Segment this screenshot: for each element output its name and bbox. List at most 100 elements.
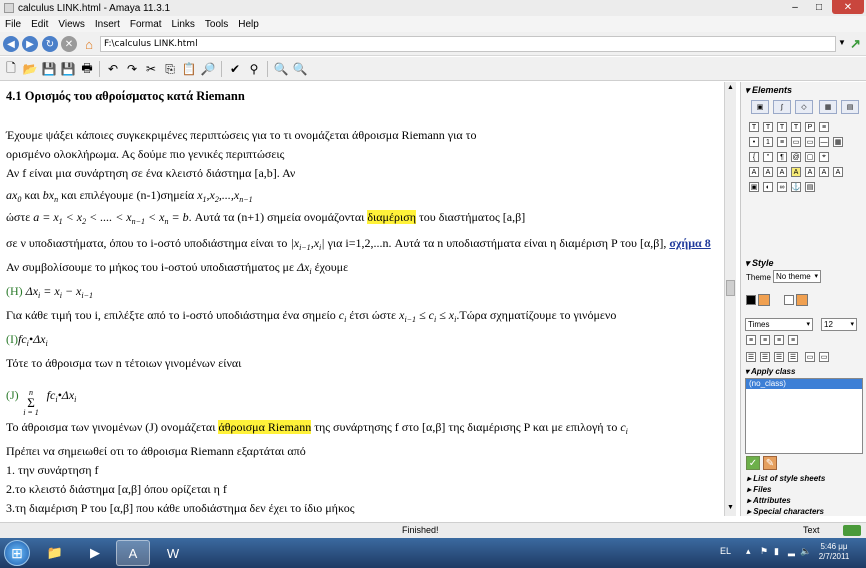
volume-icon[interactable]: 🔈: [800, 546, 811, 557]
figure-link[interactable]: σχήμα 8: [669, 236, 710, 250]
elements-header[interactable]: ▾ Elements: [745, 85, 792, 96]
bold-icon[interactable]: A: [777, 167, 787, 177]
network-icon[interactable]: ▂: [788, 546, 795, 557]
word-taskbar-icon[interactable]: W: [156, 540, 190, 566]
numbered-list-icon[interactable]: 1: [763, 137, 773, 147]
address-icon[interactable]: @: [791, 152, 801, 162]
attributes-link[interactable]: ▸ Attributes: [747, 496, 791, 505]
italic-icon[interactable]: A: [763, 167, 773, 177]
reload-icon[interactable]: ↻: [42, 36, 58, 52]
paste-icon[interactable]: 📋: [180, 60, 198, 78]
background-color-swatch[interactable]: [784, 295, 794, 305]
heading4-icon[interactable]: T: [791, 122, 801, 132]
background-color-picker-icon[interactable]: [796, 294, 808, 306]
align-center-icon[interactable]: ≡: [760, 335, 770, 345]
script-icon[interactable]: ▤: [805, 182, 815, 192]
padding-icon[interactable]: ▭: [819, 352, 829, 362]
menu-help[interactable]: Help: [233, 19, 264, 30]
align-left-icon[interactable]: ≡: [746, 335, 756, 345]
language-indicator[interactable]: EL: [720, 546, 731, 556]
cut-icon[interactable]: ✂: [142, 60, 160, 78]
menu-file[interactable]: File: [0, 19, 26, 30]
outdent-icon[interactable]: ☰: [760, 352, 770, 362]
class-list-item[interactable]: (no_class): [746, 379, 862, 389]
menu-insert[interactable]: Insert: [90, 19, 125, 30]
link-icon[interactable]: ∞: [777, 182, 787, 192]
forward-icon[interactable]: ▶: [22, 36, 38, 52]
heading3-icon[interactable]: T: [777, 122, 787, 132]
text-color-picker-icon[interactable]: [758, 294, 770, 306]
apply-check-icon[interactable]: ✓: [746, 456, 760, 470]
pre-icon[interactable]: ¶: [777, 152, 787, 162]
title-icon[interactable]: T: [749, 122, 759, 132]
system-clock[interactable]: 5:46 μμ 2/7/2011: [812, 542, 856, 562]
style-header[interactable]: ▾ Style: [745, 258, 774, 269]
zoom-out-icon[interactable]: 🔍: [291, 60, 309, 78]
new-document-icon[interactable]: 🗋: [2, 60, 20, 78]
scroll-down-icon[interactable]: ▼: [727, 504, 734, 511]
underline-icon[interactable]: A: [805, 167, 815, 177]
menu-views[interactable]: Views: [53, 19, 90, 30]
justify-icon[interactable]: ≡: [788, 335, 798, 345]
amaya-taskbar-icon[interactable]: A: [116, 540, 150, 566]
scroll-thumb[interactable]: [726, 280, 735, 296]
scroll-up-icon[interactable]: ▲: [727, 84, 734, 91]
rule-icon[interactable]: —: [819, 137, 829, 147]
back-icon[interactable]: ◀: [3, 36, 19, 52]
flag-icon[interactable]: ⚑: [760, 546, 768, 557]
link-check-icon[interactable]: ⚲: [245, 60, 263, 78]
list-icon[interactable]: ≡: [819, 122, 829, 132]
apply-class-header[interactable]: ▾ Apply class: [745, 367, 795, 376]
spellcheck-icon[interactable]: ✔: [226, 60, 244, 78]
close-button[interactable]: ✕: [832, 0, 864, 14]
font-family-select[interactable]: Times ▾: [745, 318, 813, 331]
save-as-icon[interactable]: 💾: [59, 60, 77, 78]
class-list[interactable]: (no_class): [745, 378, 863, 454]
highlight-icon[interactable]: A: [791, 167, 801, 177]
table-icon[interactable]: ▦: [833, 137, 843, 147]
style-sheets-link[interactable]: ▸ List of style sheets: [747, 474, 825, 483]
math-tab-icon[interactable]: ∫: [773, 100, 791, 114]
save-icon[interactable]: 💾: [40, 60, 58, 78]
media-player-taskbar-icon[interactable]: ▶: [78, 540, 112, 566]
strike-icon[interactable]: A: [819, 167, 829, 177]
theme-select[interactable]: No theme ▾: [773, 270, 821, 283]
special-characters-link[interactable]: ▸ Special characters: [747, 507, 824, 516]
table-tab-icon[interactable]: ▦: [819, 100, 837, 114]
map-icon[interactable]: ⌖: [819, 152, 829, 162]
html-elements-tab-icon[interactable]: ▣: [751, 100, 769, 114]
home-icon[interactable]: ⌂: [81, 36, 97, 52]
sub-icon[interactable]: A: [833, 167, 843, 177]
margin-icon[interactable]: ▭: [805, 352, 815, 362]
maximize-button[interactable]: □: [807, 0, 831, 14]
print-icon[interactable]: 🖶: [78, 60, 96, 78]
extra-tab-icon[interactable]: ▤: [841, 100, 859, 114]
battery-icon[interactable]: ▮: [774, 546, 779, 557]
stop-icon[interactable]: ✕: [61, 36, 77, 52]
menu-links[interactable]: Links: [167, 19, 200, 30]
explorer-taskbar-icon[interactable]: 📁: [38, 540, 72, 566]
minimize-button[interactable]: –: [783, 0, 807, 14]
line-spacing-icon[interactable]: ☰: [774, 352, 784, 362]
menu-tools[interactable]: Tools: [200, 19, 233, 30]
definition-list-icon[interactable]: ≡: [777, 137, 787, 147]
zoom-in-icon[interactable]: 🔍: [272, 60, 290, 78]
vertical-scrollbar[interactable]: ▲ ▼: [724, 82, 736, 516]
heading2-icon[interactable]: T: [763, 122, 773, 132]
files-link[interactable]: ▸ Files: [747, 485, 771, 494]
document-area[interactable]: 4.1 Ορισμός του αθροίσματος κατά Riemann…: [0, 82, 724, 516]
svg-tab-icon[interactable]: ◇: [795, 100, 813, 114]
url-dropdown-icon[interactable]: ▼: [838, 38, 846, 47]
form-icon[interactable]: ▢: [805, 152, 815, 162]
bullet-list-icon[interactable]: •: [749, 137, 759, 147]
block-icon[interactable]: ▭: [791, 137, 801, 147]
menu-edit[interactable]: Edit: [26, 19, 53, 30]
show-hidden-icons-icon[interactable]: ▴: [746, 546, 751, 557]
font-a-icon[interactable]: A: [749, 167, 759, 177]
image-icon[interactable]: ▣: [749, 182, 759, 192]
quote-icon[interactable]: ": [763, 152, 773, 162]
go-icon[interactable]: ↗: [850, 36, 861, 52]
menu-format[interactable]: Format: [125, 19, 167, 30]
find-replace-icon[interactable]: 🔎: [199, 60, 217, 78]
division-icon[interactable]: ▭: [805, 137, 815, 147]
